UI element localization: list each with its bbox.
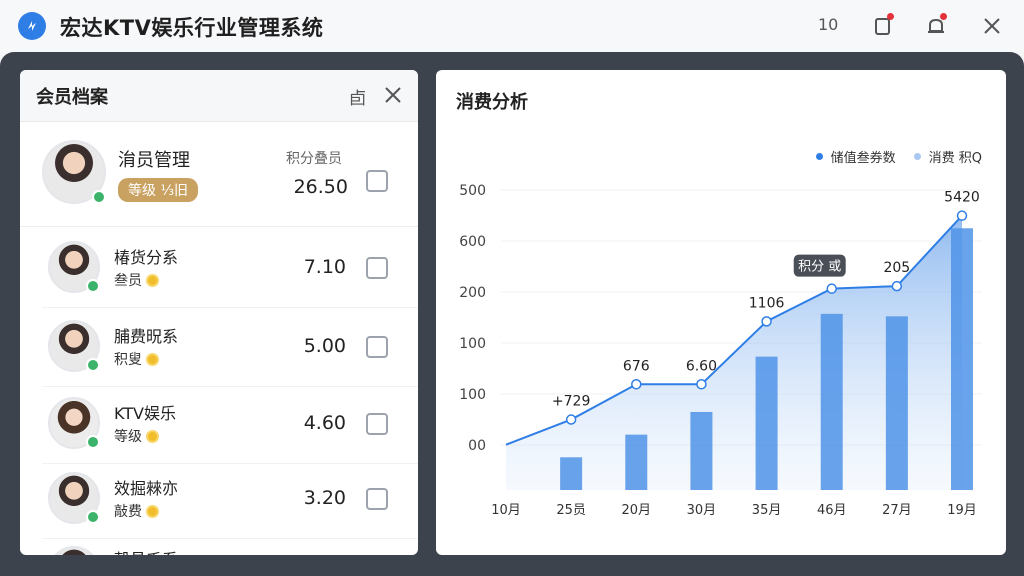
level-tag: 等级 ⅓旧 <box>118 178 199 202</box>
data-label: 5420 <box>944 190 980 206</box>
data-point <box>565 414 577 425</box>
data-label: 6.60 <box>686 358 717 374</box>
member-subtitle-text: 等级 <box>114 429 142 445</box>
x-tick-label: 25员 <box>556 503 586 518</box>
data-point <box>631 379 642 390</box>
member-checkbox[interactable] <box>366 488 388 510</box>
message-icon[interactable] <box>870 13 896 39</box>
panel-close-icon[interactable] <box>384 86 402 108</box>
x-tick-label: 46月 <box>817 503 847 518</box>
list-item[interactable]: 㳙员管理 等级 ⅓旧 积分叠员 26.50 <box>20 122 418 227</box>
bar-mark <box>885 316 908 490</box>
y-tick-label: 600 <box>459 234 486 250</box>
close-icon[interactable] <box>979 13 1005 39</box>
y-tick-label: 100 <box>459 387 486 403</box>
data-point <box>761 316 772 327</box>
member-checkbox[interactable] <box>366 257 388 279</box>
member-subtitle-text: 叁员 <box>114 273 142 289</box>
row-divider <box>42 307 418 308</box>
member-name: KTV娱乐 <box>114 404 176 423</box>
consumption-analysis-panel: 消费分析 储值叁券数 消费 积Q 500 600 200 100 100 00 +729 67… <box>436 70 1006 555</box>
member-subtitle: 积叟 <box>114 349 159 369</box>
x-tick-label: 27月 <box>882 503 912 518</box>
member-value: 26.50 <box>293 176 348 198</box>
data-label: +729 <box>552 394 590 410</box>
member-name: 殸昌乑系 <box>114 546 178 555</box>
x-tick-label: 20月 <box>622 503 652 518</box>
data-point <box>696 379 707 390</box>
avatar <box>48 546 100 555</box>
notification-count: 10 <box>818 15 839 34</box>
avatar <box>42 140 106 204</box>
member-name: 脯费㫛系 <box>114 327 179 346</box>
data-point <box>891 280 903 292</box>
member-subtitle: 叁员 <box>114 270 159 290</box>
coin-icon <box>146 352 159 366</box>
member-value: 4.60 <box>303 412 346 434</box>
app-logo-icon <box>18 12 46 40</box>
avatar <box>48 241 100 293</box>
data-point <box>956 210 968 221</box>
bar-mark <box>625 434 648 490</box>
bar-mark <box>560 457 583 490</box>
app-title: 宏达KTV娱乐行业管理系统 <box>60 16 324 40</box>
x-tick-label: 19月 <box>947 503 977 518</box>
member-name: 椿货分系 <box>114 248 179 267</box>
x-tick-label: 35月 <box>752 503 782 518</box>
member-subtitle: 等级 <box>114 426 159 446</box>
data-label: 205 <box>883 260 910 276</box>
consumption-chart: 500 600 200 100 100 00 +729 676 6.60 1106 积分 或 205 5… <box>459 183 982 518</box>
title-bar: 宏达KTV娱乐行业管理系统 10 <box>0 0 1024 52</box>
member-subtitle-text: 积叟 <box>114 352 142 368</box>
member-value: 7.10 <box>303 256 346 278</box>
member-subtitle: 敲费 <box>114 501 159 521</box>
avatar <box>48 397 100 449</box>
member-name: 㳙员管理 <box>118 150 190 171</box>
coin-icon <box>146 504 159 518</box>
coin-icon <box>146 429 159 443</box>
y-tick-label: 500 <box>459 183 486 199</box>
member-archive-panel: 会员档案 卣 㳙员管理 等级 ⅓旧 积分叠员 26.50 椿货分系 叁员 7.1… <box>20 70 418 555</box>
member-value: 5.00 <box>303 335 346 357</box>
bar-mark <box>755 356 778 490</box>
data-label: 1106 <box>749 295 785 311</box>
member-panel-title: 会员档案 <box>36 86 108 108</box>
member-subtitle-text: 敲费 <box>114 504 142 520</box>
data-point <box>826 283 837 294</box>
member-checkbox[interactable] <box>366 336 388 358</box>
data-label: 676 <box>623 358 650 374</box>
member-name: 效掘㯤亦 <box>114 479 179 498</box>
x-tick-label: 10月 <box>491 503 521 518</box>
row-divider <box>42 386 418 387</box>
row-divider <box>42 538 418 539</box>
y-tick-label: 100 <box>459 336 486 352</box>
row-divider <box>42 463 418 464</box>
avatar <box>48 320 100 372</box>
bar-mark <box>951 228 973 490</box>
y-tick-label: 200 <box>459 285 486 301</box>
coin-icon <box>146 273 159 287</box>
bar-mark <box>820 313 843 490</box>
avatar <box>48 472 100 524</box>
x-tick-label: 30月 <box>687 503 717 518</box>
bell-icon[interactable] <box>923 13 949 39</box>
member-checkbox[interactable] <box>366 413 388 435</box>
panel-tool-button[interactable]: 卣 <box>349 84 366 109</box>
y-tick-label: 00 <box>468 438 486 454</box>
points-label: 积分叠员 <box>286 151 342 167</box>
data-label: 积分 或 <box>798 260 841 275</box>
member-value: 3.20 <box>303 487 346 509</box>
member-checkbox[interactable] <box>366 170 388 192</box>
bar-mark <box>690 411 713 490</box>
member-panel-header: 会员档案 卣 <box>20 70 418 122</box>
